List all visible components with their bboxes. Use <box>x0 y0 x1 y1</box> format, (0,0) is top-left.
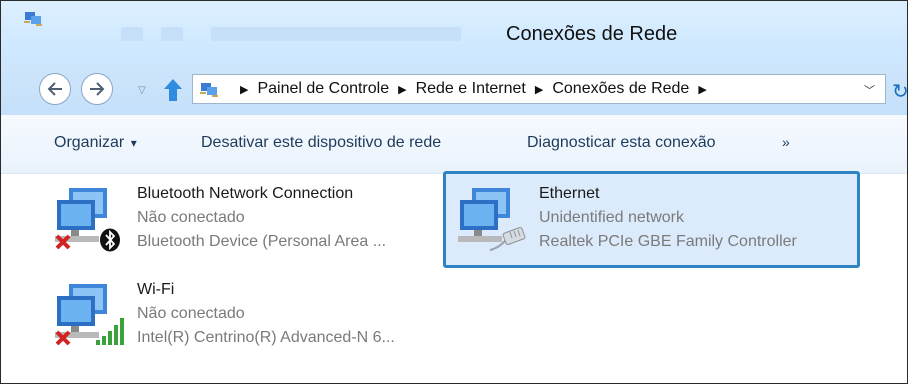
command-bar: Organizar ▾ Desativar este dispositivo d… <box>1 115 907 174</box>
window: Conexões de Rede ▽ ▶ Painel de Controle … <box>0 0 908 384</box>
breadcrumb-separator-icon[interactable]: ▶ <box>698 83 706 96</box>
connection-item-bluetooth[interactable]: Bluetooth Network Connection Não conecta… <box>41 174 461 266</box>
bluetooth-icon <box>100 228 120 252</box>
connection-device: Realtek PCIe GBE Family Controller <box>539 233 797 250</box>
back-arrow-icon <box>47 82 62 96</box>
address-bar[interactable]: ▶ Painel de Controle ▶ Rede e Internet ▶… <box>192 74 886 104</box>
red-x-icon <box>55 234 71 250</box>
ethernet-cable-icon <box>489 227 526 251</box>
connection-name: Ethernet <box>539 185 600 202</box>
more-commands-icon[interactable]: » <box>782 134 790 150</box>
window-title: Conexões de Rede <box>506 23 678 45</box>
breadcrumb-item[interactable]: Conexões de Rede <box>552 80 689 98</box>
connection-status: Não conectado <box>137 305 245 322</box>
connection-device: Intel(R) Centrino(R) Advanced-N 6... <box>137 329 395 346</box>
network-connections-icon <box>200 83 218 97</box>
red-x-icon <box>55 330 71 346</box>
dropdown-arrow-icon: ▾ <box>130 136 137 150</box>
breadcrumb-item[interactable]: Rede e Internet <box>416 80 526 98</box>
recent-locations-chevron-icon[interactable]: ▽ <box>138 85 146 96</box>
disable-device-button[interactable]: Desativar este dispositivo de rede <box>201 134 441 152</box>
refresh-icon[interactable]: ↻ <box>892 79 907 103</box>
qat-faint <box>121 27 143 41</box>
connection-status: Unidentified network <box>539 209 684 226</box>
connection-item-ethernet[interactable]: Ethernet Unidentified network Realtek PC… <box>443 171 860 268</box>
back-button[interactable] <box>39 73 71 105</box>
qat-faint-path <box>211 27 461 41</box>
connections-list: Bluetooth Network Connection Não conecta… <box>1 171 907 383</box>
organize-label: Organizar <box>54 134 125 151</box>
organize-menu-button[interactable]: Organizar ▾ <box>54 134 137 152</box>
connection-status: Não conectado <box>137 209 245 226</box>
breadcrumb: ▶ Painel de Controle ▶ Rede e Internet ▶… <box>231 75 716 103</box>
connection-device: Bluetooth Device (Personal Area ... <box>137 233 387 250</box>
diagnose-connection-button[interactable]: Diagnosticar esta conexão <box>527 134 716 152</box>
breadcrumb-separator-icon[interactable]: ▶ <box>398 83 406 96</box>
signal-bars-icon <box>96 318 124 345</box>
title-bar[interactable]: Conexões de Rede <box>1 1 907 63</box>
forward-button[interactable] <box>81 73 113 105</box>
forward-arrow-icon <box>90 82 105 96</box>
breadcrumb-separator-icon[interactable]: ▶ <box>240 83 248 96</box>
up-arrow-icon[interactable] <box>162 77 184 103</box>
connection-item-wifi[interactable]: Wi-Fi Não conectado Intel(R) Centrino(R)… <box>41 270 461 362</box>
breadcrumb-item[interactable]: Painel de Controle <box>257 80 389 98</box>
network-folder-icon[interactable] <box>23 9 45 29</box>
qat-faint <box>161 27 183 41</box>
navigation-bar: ▽ ▶ Painel de Controle ▶ Rede e Internet… <box>1 63 907 115</box>
breadcrumb-separator-icon[interactable]: ▶ <box>535 83 543 96</box>
connection-name: Wi-Fi <box>137 281 175 298</box>
connection-name: Bluetooth Network Connection <box>137 185 354 202</box>
address-history-dropdown-icon[interactable]: ﹀ <box>864 82 875 98</box>
